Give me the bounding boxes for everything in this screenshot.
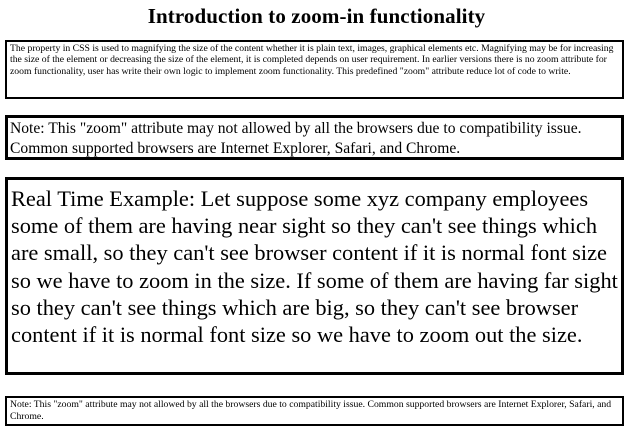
example-text: Real Time Example: Let suppose some xyz …	[11, 186, 618, 348]
zoomed-note-text: Note: This "zoom" attribute may not allo…	[10, 120, 582, 157]
intro-paragraph-box: The property in CSS is used to magnifyin…	[5, 40, 624, 99]
example-box: Real Time Example: Let suppose some xyz …	[5, 177, 624, 375]
page-title: Introduction to zoom-in functionality	[147, 4, 486, 28]
zoomed-note-box: Note: This "zoom" attribute may not allo…	[5, 115, 624, 160]
small-note-box: Note: This "zoom" attribute may not allo…	[5, 396, 624, 426]
intro-paragraph: The property in CSS is used to magnifyin…	[10, 43, 614, 77]
small-note-text: Note: This "zoom" attribute may not allo…	[10, 399, 612, 422]
